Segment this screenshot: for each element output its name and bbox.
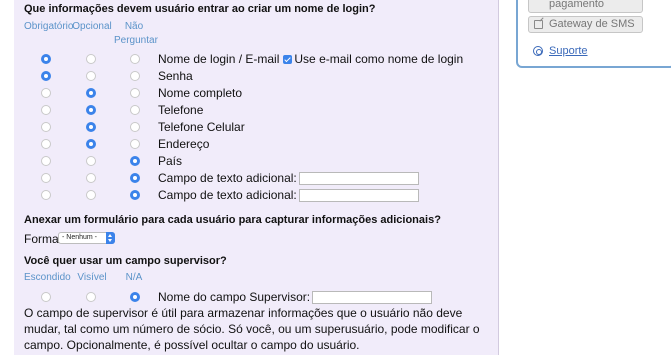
country-label: País <box>158 154 183 168</box>
login-email-required-radio[interactable] <box>41 54 51 64</box>
extra-field-2-optional-radio[interactable] <box>86 190 96 200</box>
column-header-required: Obrigatório <box>24 21 74 32</box>
extra-field-1-label: Campo de texto adicional: <box>158 171 297 185</box>
address-label: Endereço <box>158 137 210 151</box>
extra-field-1-optional-radio[interactable] <box>86 173 96 183</box>
address-optional-radio[interactable] <box>86 139 96 149</box>
extra-field-1-row: Campo de texto adicional: <box>158 171 419 186</box>
login-fields-question: Que informações devem usuário entrar ao … <box>24 3 376 15</box>
full-name-required-radio[interactable] <box>41 88 51 98</box>
mobile-phone-optional-radio[interactable] <box>86 122 96 132</box>
mobile-phone-required-radio[interactable] <box>41 122 51 132</box>
phone-required-radio[interactable] <box>41 105 51 115</box>
login-email-not-asked-radio[interactable] <box>130 54 140 64</box>
mobile-phone-label: Telefone Celular <box>158 120 245 134</box>
address-not-asked-radio[interactable] <box>130 139 140 149</box>
password-not-asked-radio[interactable] <box>130 71 140 81</box>
payment-button-label: pagamento <box>549 0 605 10</box>
extra-field-2-not-asked-radio[interactable] <box>130 190 140 200</box>
extra-field-2-input[interactable] <box>298 189 419 203</box>
supervisor-na-radio[interactable] <box>130 292 140 302</box>
use-email-checkbox-label: Use e-mail como nome de login <box>294 52 464 66</box>
country-required-radio[interactable] <box>41 156 51 166</box>
sms-gateway-button[interactable]: Gateway de SMS <box>528 16 643 33</box>
login-email-optional-radio[interactable] <box>86 54 96 64</box>
password-label: Senha <box>158 69 193 83</box>
payment-button[interactable]: pagamento <box>528 0 643 13</box>
edit-icon <box>534 20 543 29</box>
phone-label: Telefone <box>158 103 204 117</box>
column-header-not-asked-line-1: Não <box>124 21 144 32</box>
full-name-optional-radio[interactable] <box>86 88 96 98</box>
supervisor-field-input[interactable] <box>312 291 433 305</box>
full-name-not-asked-radio[interactable] <box>130 88 140 98</box>
lifebuoy-icon <box>533 46 543 56</box>
column-header-not-asked-line-2: Perguntar <box>114 35 158 46</box>
extra-field-2-label: Campo de texto adicional: <box>158 188 297 202</box>
sms-gateway-label: Gateway de SMS <box>549 18 635 30</box>
select-arrows-icon <box>106 232 115 244</box>
supervisor-question: Você quer usar um campo supervisor? <box>24 255 227 267</box>
supervisor-visible-radio[interactable] <box>86 292 96 302</box>
column-header-na: N/A <box>125 272 143 283</box>
supervisor-hidden-radio[interactable] <box>41 292 51 302</box>
form-label: Forma: <box>24 232 63 246</box>
extra-field-2-required-radio[interactable] <box>41 190 51 200</box>
use-email-checkbox[interactable] <box>283 55 293 64</box>
form-select-value: - Nenhum - <box>62 234 98 241</box>
column-header-optional: Opcional <box>72 21 112 32</box>
phone-optional-radio[interactable] <box>86 105 96 115</box>
password-optional-radio[interactable] <box>86 71 96 81</box>
support-link-label: Suporte <box>549 45 588 57</box>
country-optional-radio[interactable] <box>86 156 96 166</box>
country-not-asked-radio[interactable] <box>130 156 140 166</box>
full-name-label: Nome completo <box>158 86 243 100</box>
extra-field-1-required-radio[interactable] <box>41 173 51 183</box>
extra-field-1-input[interactable] <box>298 172 419 186</box>
column-header-hidden: Escondido <box>24 272 71 283</box>
supervisor-field-label: Nome do campo Supervisor: <box>158 290 311 304</box>
form-select[interactable]: - Nenhum - <box>58 232 115 244</box>
address-required-radio[interactable] <box>41 139 51 149</box>
mobile-phone-not-asked-radio[interactable] <box>130 122 140 132</box>
column-header-not-asked: Não Perguntar <box>114 20 158 48</box>
extra-field-2-row: Campo de texto adicional: <box>158 188 419 203</box>
login-email-label: Nome de login / E-mail <box>158 52 280 66</box>
password-required-radio[interactable] <box>41 71 51 81</box>
extra-field-1-not-asked-radio[interactable] <box>130 173 140 183</box>
login-email-row: Nome de login / E-mail Use e-mail como no… <box>158 52 463 66</box>
supervisor-field-row: Nome do campo Supervisor: <box>158 290 433 305</box>
phone-not-asked-radio[interactable] <box>130 105 140 115</box>
form-attach-question: Anexar um formulário para cada usuário p… <box>24 214 441 226</box>
supervisor-description: O campo de supervisor é útil para armaze… <box>24 306 480 352</box>
column-header-visible: Visível <box>77 272 107 283</box>
